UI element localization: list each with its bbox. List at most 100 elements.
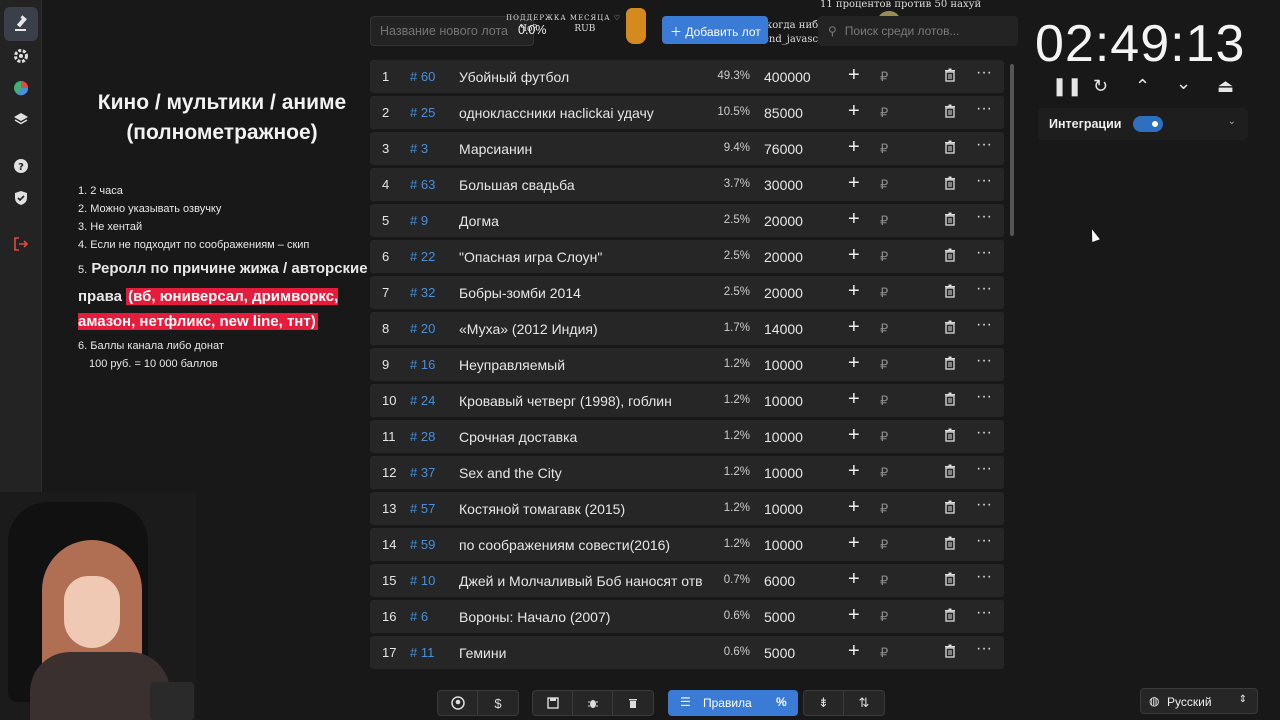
add-amount-icon[interactable]: +	[848, 280, 860, 303]
add-amount-icon[interactable]: +	[848, 604, 860, 627]
github-icon[interactable]	[438, 691, 478, 715]
trash-icon[interactable]	[944, 392, 956, 406]
lot-amount[interactable]: 6000	[764, 573, 795, 589]
lot-row[interactable]: 17 # 11 Гемини 0.6% 5000 + ₽ ···	[370, 636, 1004, 669]
pause-icon[interactable]: ❚❚	[1052, 76, 1082, 97]
more-options-icon[interactable]: ···	[976, 172, 992, 190]
ruble-icon[interactable]: ₽	[880, 285, 888, 301]
more-options-icon[interactable]: ···	[976, 100, 992, 118]
lot-row[interactable]: 4 # 63 Большая свадьба 3.7% 30000 + ₽ ···	[370, 168, 1004, 201]
ruble-icon[interactable]: ₽	[880, 177, 888, 193]
lot-id-link[interactable]: # 63	[410, 177, 435, 192]
trash-icon[interactable]	[944, 500, 956, 514]
lot-title[interactable]: Гемини	[459, 645, 702, 661]
trash-icon[interactable]	[944, 104, 956, 118]
more-options-icon[interactable]: ···	[976, 532, 992, 550]
add-amount-icon[interactable]: +	[848, 100, 860, 123]
add-amount-icon[interactable]: +	[848, 460, 860, 483]
percent-toggle[interactable]: %	[776, 695, 787, 709]
more-options-icon[interactable]: ···	[976, 424, 992, 442]
more-options-icon[interactable]: ···	[976, 388, 992, 406]
lot-row[interactable]: 5 # 9 Догма 2.5% 20000 + ₽ ···	[370, 204, 1004, 237]
trash-icon[interactable]	[944, 356, 956, 370]
lot-search-input[interactable]: ⚲ Поиск среди лотов...	[818, 16, 1018, 46]
ruble-icon[interactable]: ₽	[880, 501, 888, 517]
lot-title[interactable]: «Муха» (2012 Индия)	[459, 321, 702, 337]
lot-id-link[interactable]: # 32	[410, 285, 435, 300]
add-amount-icon[interactable]: +	[848, 208, 860, 231]
trash-icon[interactable]	[944, 644, 956, 658]
trash-icon[interactable]	[944, 68, 956, 82]
lot-title[interactable]: Большая свадьба	[459, 177, 702, 193]
ruble-icon[interactable]: ₽	[880, 573, 888, 589]
scrollbar[interactable]	[1010, 64, 1014, 236]
trash-icon[interactable]	[944, 428, 956, 442]
lot-row[interactable]: 11 # 28 Срочная доставка 1.2% 10000 + ₽ ···	[370, 420, 1004, 453]
more-options-icon[interactable]: ···	[976, 64, 992, 82]
lot-amount[interactable]: 10000	[764, 393, 803, 409]
more-options-icon[interactable]: ···	[976, 460, 992, 478]
lot-id-link[interactable]: # 6	[410, 609, 428, 624]
lot-amount[interactable]: 10000	[764, 357, 803, 373]
trash-icon[interactable]	[944, 572, 956, 586]
lot-row[interactable]: 16 # 6 Вороны: Начало (2007) 0.6% 5000 + ₽ ···	[370, 600, 1004, 633]
lot-row[interactable]: 14 # 59 по соображениям совести(2016) 1.2% 1…	[370, 528, 1004, 561]
lot-id-link[interactable]: # 11	[410, 645, 434, 660]
ruble-icon[interactable]: ₽	[880, 105, 888, 121]
add-amount-icon[interactable]: +	[848, 136, 860, 159]
lot-id-link[interactable]: # 22	[410, 249, 435, 264]
add-amount-icon[interactable]: +	[848, 424, 860, 447]
more-options-icon[interactable]: ···	[976, 496, 992, 514]
lot-row[interactable]: 6 # 22 "Опасная игра Слоун" 2.5% 20000 + ₽ ···	[370, 240, 1004, 273]
lot-title[interactable]: Кровавый четверг (1998), гоблин	[459, 393, 702, 409]
more-options-icon[interactable]: ···	[976, 568, 992, 586]
save-icon[interactable]	[533, 691, 573, 715]
lot-id-link[interactable]: # 37	[410, 465, 435, 480]
lot-id-link[interactable]: # 20	[410, 321, 435, 336]
bug-icon[interactable]	[573, 691, 613, 715]
lot-amount[interactable]: 20000	[764, 249, 803, 265]
ruble-icon[interactable]: ₽	[880, 321, 888, 337]
ruble-icon[interactable]: ₽	[880, 429, 888, 445]
more-options-icon[interactable]: ···	[976, 280, 992, 298]
lot-amount[interactable]: 400000	[764, 69, 811, 85]
lot-amount[interactable]: 10000	[764, 501, 803, 517]
ruble-icon[interactable]: ₽	[880, 537, 888, 553]
more-options-icon[interactable]: ···	[976, 136, 992, 154]
chevron-down-icon[interactable]: ⌄	[1176, 73, 1191, 94]
lot-title[interactable]: Вороны: Начало (2007)	[459, 609, 702, 625]
trash-icon[interactable]	[944, 320, 956, 334]
add-amount-icon[interactable]: +	[848, 532, 860, 555]
lot-title[interactable]: Джей и Молчаливый Боб наносят ответный у…	[459, 573, 702, 589]
ruble-icon[interactable]: ₽	[880, 213, 888, 229]
lot-row[interactable]: 13 # 57 Костяной томагавк (2015) 1.2% 10000 +…	[370, 492, 1004, 525]
lot-row[interactable]: 9 # 16 Неуправляемый 1.2% 10000 + ₽ ···	[370, 348, 1004, 381]
ruble-icon[interactable]: ₽	[880, 645, 888, 661]
trash-icon[interactable]	[944, 464, 956, 478]
logout-icon[interactable]	[10, 233, 32, 255]
more-options-icon[interactable]: ···	[976, 244, 992, 262]
trash-icon[interactable]	[944, 140, 956, 154]
lot-amount[interactable]: 85000	[764, 105, 803, 121]
lot-amount[interactable]: 14000	[764, 321, 803, 337]
shield-icon[interactable]	[10, 187, 32, 209]
lot-row[interactable]: 8 # 20 «Муха» (2012 Индия) 1.7% 14000 + ₽ ···	[370, 312, 1004, 345]
lot-row[interactable]: 2 # 25 одноклассники наclickai удачу 10.5% 8…	[370, 96, 1004, 129]
lot-row[interactable]: 3 # 3 Марсианин 9.4% 76000 + ₽ ···	[370, 132, 1004, 165]
lot-amount[interactable]: 76000	[764, 141, 803, 157]
lot-amount[interactable]: 5000	[764, 645, 795, 661]
lot-id-link[interactable]: # 9	[410, 213, 428, 228]
ruble-icon[interactable]: ₽	[880, 249, 888, 265]
trash-icon[interactable]	[944, 284, 956, 298]
clear-all-icon[interactable]	[613, 691, 653, 715]
more-options-icon[interactable]: ···	[976, 640, 992, 658]
ruble-icon[interactable]: ₽	[880, 357, 888, 373]
lot-title[interactable]: Срочная доставка	[459, 429, 702, 445]
add-amount-icon[interactable]: +	[848, 172, 860, 195]
more-options-icon[interactable]: ···	[976, 208, 992, 226]
lot-id-link[interactable]: # 3	[410, 141, 428, 156]
add-amount-icon[interactable]: +	[848, 244, 860, 267]
add-amount-icon[interactable]: +	[848, 640, 860, 663]
add-amount-icon[interactable]: +	[848, 316, 860, 339]
gavel-icon[interactable]	[4, 7, 38, 41]
